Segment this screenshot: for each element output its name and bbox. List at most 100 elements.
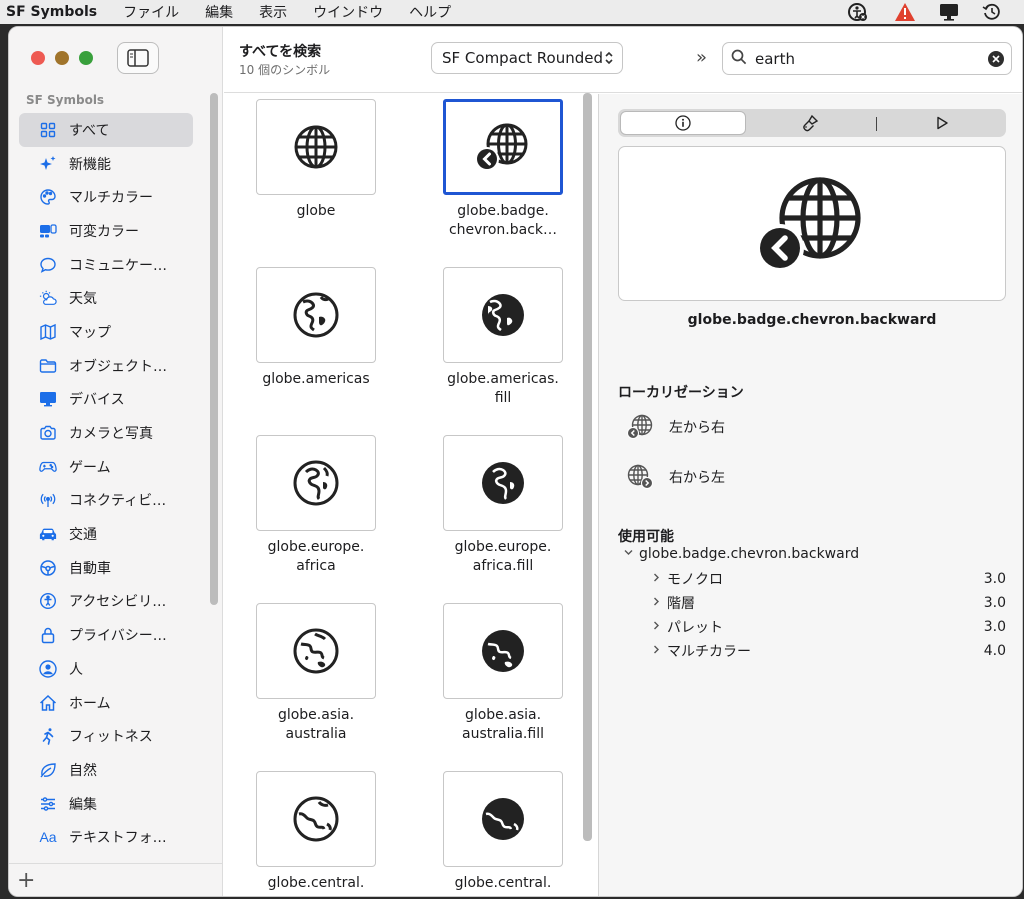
- availability-row-monochrome[interactable]: モノクロ 3.0: [651, 569, 1006, 589]
- sidebar-scrollbar[interactable]: [210, 93, 218, 605]
- more-toolbar-button[interactable]: »: [696, 47, 707, 68]
- sidebar-item-people[interactable]: 人: [19, 652, 193, 686]
- availability-row-palette[interactable]: パレット 3.0: [651, 617, 1006, 637]
- inspector-panel: globe.badge.chevron.backward ローカリゼーション 左…: [599, 94, 1022, 896]
- sidebar-item-editing[interactable]: 編集: [19, 787, 193, 821]
- sidebar-item-transportation[interactable]: 交通: [19, 517, 193, 551]
- rendering-mode-label: 階層: [667, 596, 695, 612]
- availability-row-multicolor[interactable]: マルチカラー 4.0: [651, 641, 1006, 661]
- symbol-cell-globe-europe-africa[interactable]: globe.europe. africa: [231, 430, 417, 598]
- close-window-button[interactable]: [31, 51, 45, 65]
- menu-file[interactable]: ファイル: [123, 2, 179, 22]
- symbol-name: globe.badge. chevron.back…: [448, 203, 558, 238]
- sidebar-item-gaming[interactable]: ゲーム: [19, 450, 193, 484]
- sidebar-item-variable-color[interactable]: 可変カラー: [19, 214, 193, 248]
- symbol-count: 10 個のシンボル: [239, 63, 331, 77]
- sidebar-item-label: ホーム: [69, 695, 111, 712]
- symbol-tile[interactable]: [443, 267, 563, 363]
- car-icon: [39, 525, 57, 543]
- search-input[interactable]: [755, 49, 975, 68]
- accessibility-alert-icon[interactable]: [844, 0, 872, 24]
- display-icon[interactable]: [935, 0, 963, 24]
- clear-search-icon[interactable]: [988, 51, 1004, 67]
- sidebar-item-accessibility[interactable]: アクセシビリ…: [19, 585, 193, 619]
- symbol-tile[interactable]: [256, 603, 376, 699]
- sidebar-item-fitness[interactable]: フィットネス: [19, 719, 193, 753]
- symbol-tile[interactable]: [256, 771, 376, 867]
- cloud-sun-icon: [39, 289, 57, 307]
- search-field[interactable]: [722, 42, 1012, 75]
- app-menu[interactable]: SF Symbols: [6, 4, 97, 20]
- version-label: 3.0: [983, 571, 1006, 587]
- symbol-tile-selected[interactable]: [443, 99, 563, 195]
- symbol-name: globe.central.: [454, 875, 552, 891]
- sidebar-item-multicolor[interactable]: マルチカラー: [19, 180, 193, 214]
- globe-icon: [294, 125, 338, 169]
- sidebar-item-all[interactable]: すべて: [19, 113, 193, 147]
- symbol-tile[interactable]: [256, 99, 376, 195]
- symbol-cell-globe-asia-australia[interactable]: globe.asia. australia: [231, 598, 417, 766]
- symbol-cell-globe[interactable]: globe: [231, 94, 417, 262]
- zoom-window-button[interactable]: [79, 51, 93, 65]
- symbol-tile[interactable]: [256, 435, 376, 531]
- symbol-cell-globe-badge-chevron-backward[interactable]: globe.badge. chevron.back…: [418, 94, 598, 262]
- sidebar-item-communication[interactable]: コミュニケー…: [19, 248, 193, 282]
- sidebar-item-label: アクセシビリ…: [69, 594, 167, 611]
- rendering-mode-label: モノクロ: [667, 572, 723, 588]
- symbol-cell-globe-asia-australia-fill[interactable]: globe.asia. australia.fill: [418, 598, 598, 766]
- sliders-icon: [39, 795, 57, 813]
- symbol-tile[interactable]: [443, 771, 563, 867]
- variable-color-icon: [39, 222, 57, 240]
- sidebar-item-camera[interactable]: カメラと写真: [19, 416, 193, 450]
- localization-rtl[interactable]: 右から左: [625, 462, 725, 492]
- globe-badge-right-icon: [625, 462, 655, 492]
- sidebar-item-connectivity[interactable]: コネクティビ…: [19, 484, 193, 518]
- sidebar-item-new[interactable]: 新機能: [19, 147, 193, 181]
- font-select[interactable]: SF Compact Rounded: [431, 42, 623, 74]
- menu-window[interactable]: ウインドウ: [313, 2, 383, 22]
- sidebar-icon: [127, 49, 149, 67]
- symbol-cell-globe-central-fill[interactable]: globe.central.: [418, 766, 598, 896]
- inspector-segmented-control: [618, 109, 1006, 137]
- availability-root-row[interactable]: globe.badge.chevron.backward: [623, 546, 859, 562]
- localization-ltr[interactable]: 左から右: [625, 412, 725, 442]
- sidebar-item-text-formatting[interactable]: Aa テキストフォ…: [19, 820, 193, 854]
- page-title: すべてを検索: [239, 44, 322, 60]
- symbol-tile[interactable]: [443, 435, 563, 531]
- menu-edit[interactable]: 編集: [205, 2, 233, 22]
- globe-central-fill-icon: [482, 798, 524, 840]
- availability-root-label: globe.badge.chevron.backward: [639, 546, 860, 562]
- symbol-cell-globe-americas-fill[interactable]: globe.americas. fill: [418, 262, 598, 430]
- sidebar-item-weather[interactable]: 天気: [19, 281, 193, 315]
- tab-info[interactable]: [620, 111, 746, 135]
- minimize-window-button[interactable]: [55, 51, 69, 65]
- symbol-tile[interactable]: [256, 267, 376, 363]
- sidebar-item-maps[interactable]: マップ: [19, 315, 193, 349]
- sidebar-item-label: プライバシー…: [69, 628, 167, 645]
- menu-help[interactable]: ヘルプ: [409, 2, 451, 22]
- sidebar-item-automotive[interactable]: 自動車: [19, 551, 193, 585]
- symbol-cell-globe-europe-africa-fill[interactable]: globe.europe. africa.fill: [418, 430, 598, 598]
- menu-view[interactable]: 表示: [259, 2, 287, 22]
- tab-animation[interactable]: [930, 113, 954, 133]
- warning-icon[interactable]: [891, 0, 919, 24]
- symbol-cell-globe-americas[interactable]: globe.americas: [231, 262, 417, 430]
- sidebar-item-objects[interactable]: オブジェクト…: [19, 349, 193, 383]
- symbol-tile[interactable]: [443, 603, 563, 699]
- sidebar-item-privacy[interactable]: プライバシー…: [19, 618, 193, 652]
- sidebar-item-label: マップ: [69, 324, 111, 341]
- toggle-sidebar-button[interactable]: [117, 42, 159, 74]
- sidebar-item-devices[interactable]: デバイス: [19, 383, 193, 417]
- menu-bar: SF Symbols ファイル 編集 表示 ウインドウ ヘルプ: [0, 0, 1024, 24]
- time-machine-icon[interactable]: [978, 0, 1006, 24]
- sidebar-item-nature[interactable]: 自然: [19, 753, 193, 787]
- add-collection-button[interactable]: +: [17, 868, 35, 893]
- tab-rendering[interactable]: [798, 113, 822, 133]
- globe-europe-africa-fill-icon: [482, 462, 524, 504]
- availability-row-hierarchical[interactable]: 階層 3.0: [651, 593, 1006, 613]
- version-label: 3.0: [983, 619, 1006, 635]
- symbol-name: globe.europe. africa.fill: [454, 539, 552, 574]
- symbol-cell-globe-central[interactable]: globe.central.: [231, 766, 417, 896]
- sidebar-item-home[interactable]: ホーム: [19, 686, 193, 720]
- grid-scrollbar[interactable]: [583, 93, 592, 841]
